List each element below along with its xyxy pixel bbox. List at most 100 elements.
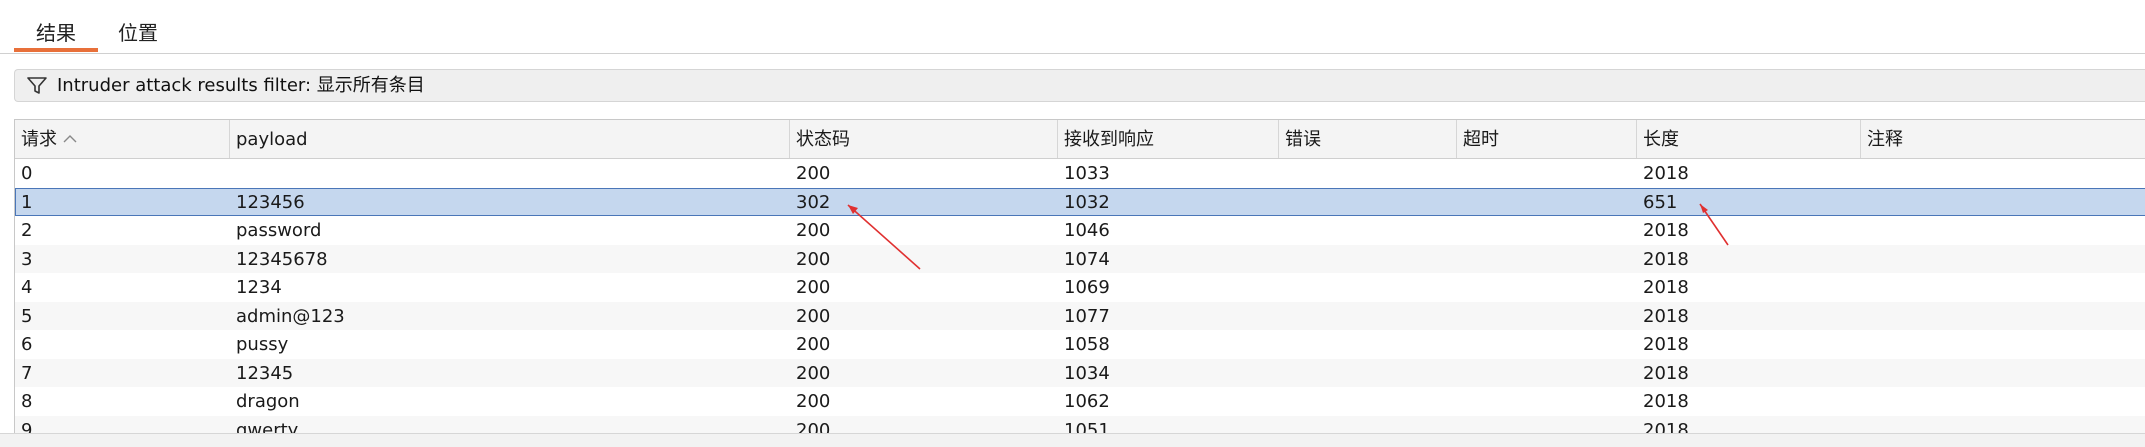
tab-results[interactable]: 结果 — [14, 0, 98, 52]
cell-status: 200 — [796, 220, 831, 241]
cell-timeout — [1457, 245, 1637, 273]
cell-request: 9 — [21, 419, 33, 434]
cell-length: 2018 — [1643, 305, 1689, 327]
cell-error — [1279, 216, 1457, 244]
column-header-error[interactable]: 错误 — [1279, 120, 1457, 158]
table-row[interactable]: 8 dragon 200 1062 2018 — [15, 387, 2145, 416]
cell-length: 2018 — [1643, 277, 1689, 298]
cell-payload: 12345678 — [236, 248, 328, 270]
cell-request: 4 — [21, 277, 33, 298]
cell-length: 2018 — [1643, 220, 1689, 241]
cell-length: 2018 — [1643, 419, 1689, 434]
cell-error — [1279, 159, 1457, 187]
column-header-status[interactable]: 状态码 — [790, 120, 1058, 158]
cell-request: 6 — [21, 334, 33, 355]
sort-ascending-icon — [63, 135, 77, 143]
cell-length: 2018 — [1643, 248, 1689, 270]
cell-length: 2018 — [1643, 163, 1689, 184]
cell-error — [1279, 359, 1457, 387]
cell-request: 5 — [21, 305, 33, 327]
cell-request: 7 — [21, 362, 33, 384]
cell-response-received: 1062 — [1064, 391, 1110, 412]
cell-timeout — [1457, 302, 1637, 330]
cell-payload: qwerty — [236, 419, 299, 434]
cell-error — [1279, 302, 1457, 330]
table-row[interactable]: 7 12345 200 1034 2018 — [15, 358, 2145, 387]
cell-response-received: 1077 — [1064, 305, 1110, 327]
cell-timeout — [1457, 387, 1637, 415]
cell-comment — [1861, 245, 2145, 273]
cell-payload: 1234 — [236, 277, 282, 298]
cell-timeout — [1457, 273, 1637, 301]
cell-comment — [1861, 216, 2145, 244]
cell-timeout — [1457, 330, 1637, 358]
filter-text: Intruder attack results filter: 显示所有条目 — [57, 75, 425, 96]
cell-status: 200 — [796, 248, 831, 270]
column-header-comment[interactable]: 注释 — [1861, 120, 2145, 158]
cell-response-received: 1033 — [1064, 163, 1110, 184]
column-header-response-received[interactable]: 接收到响应 — [1058, 120, 1279, 158]
cell-response-received: 1058 — [1064, 334, 1110, 355]
column-header-payload[interactable]: payload — [230, 120, 790, 158]
cell-status: 200 — [796, 163, 831, 184]
cell-error — [1279, 330, 1457, 358]
cell-length: 2018 — [1643, 391, 1689, 412]
cell-response-received: 1069 — [1064, 277, 1110, 298]
cell-payload: admin@123 — [236, 305, 345, 327]
cell-error — [1279, 387, 1457, 415]
cell-response-received: 1032 — [1064, 191, 1110, 213]
cell-request: 2 — [21, 220, 33, 241]
tab-positions[interactable]: 位置 — [106, 0, 170, 52]
cell-response-received: 1051 — [1064, 419, 1110, 434]
table-row[interactable]: 0 200 1033 2018 — [15, 159, 2145, 188]
table-row[interactable]: 6 pussy 200 1058 2018 — [15, 330, 2145, 359]
cell-comment — [1861, 273, 2145, 301]
filter-icon — [27, 77, 47, 94]
cell-payload: password — [236, 220, 322, 241]
table-header: 请求 payload 状态码 接收到响应 错误 超时 长度 注释 — [15, 120, 2145, 159]
cell-status: 200 — [796, 334, 831, 355]
column-header-timeout[interactable]: 超时 — [1457, 120, 1637, 158]
cell-response-received: 1046 — [1064, 220, 1110, 241]
cell-error — [1279, 273, 1457, 301]
cell-timeout — [1457, 216, 1637, 244]
cell-status: 200 — [796, 305, 831, 327]
cell-timeout — [1457, 359, 1637, 387]
cell-payload — [230, 159, 790, 187]
cell-timeout — [1457, 188, 1637, 216]
results-table: 请求 payload 状态码 接收到响应 错误 超时 长度 注释 0 200 103… — [14, 119, 2145, 433]
cell-response-received: 1074 — [1064, 248, 1110, 270]
cell-comment — [1861, 416, 2145, 434]
cell-request: 0 — [21, 163, 33, 184]
cell-status: 302 — [796, 191, 831, 213]
cell-error — [1279, 188, 1457, 216]
cell-status: 200 — [796, 362, 831, 384]
horizontal-scrollbar[interactable] — [0, 433, 2145, 447]
cell-length: 2018 — [1643, 334, 1689, 355]
cell-request: 3 — [21, 248, 33, 270]
intruder-results-window: 结果 位置 Intruder attack results filter: 显示… — [0, 0, 2145, 447]
table-row[interactable]: 3 12345678 200 1074 2018 — [15, 244, 2145, 273]
cell-error — [1279, 245, 1457, 273]
table-row[interactable]: 9 qwerty 200 1051 2018 — [15, 415, 2145, 434]
results-filter-bar[interactable]: Intruder attack results filter: 显示所有条目 — [14, 69, 2145, 102]
cell-status: 200 — [796, 277, 831, 298]
column-header-length[interactable]: 长度 — [1637, 120, 1861, 158]
cell-timeout — [1457, 159, 1637, 187]
table-row[interactable]: 1 123456 302 1032 651 — [15, 187, 2145, 216]
cell-length: 651 — [1643, 191, 1678, 213]
table-row[interactable]: 4 1234 200 1069 2018 — [15, 273, 2145, 302]
cell-request: 1 — [21, 191, 33, 213]
cell-status: 200 — [796, 391, 831, 412]
cell-length: 2018 — [1643, 362, 1689, 384]
column-header-request[interactable]: 请求 — [15, 120, 230, 158]
cell-status: 200 — [796, 419, 831, 434]
tab-bar: 结果 位置 — [0, 0, 2145, 54]
cell-payload: pussy — [236, 334, 289, 355]
cell-comment — [1861, 330, 2145, 358]
cell-request: 8 — [21, 391, 33, 412]
cell-comment — [1861, 387, 2145, 415]
table-row[interactable]: 2 password 200 1046 2018 — [15, 216, 2145, 245]
table-row[interactable]: 5 admin@123 200 1077 2018 — [15, 301, 2145, 330]
cell-timeout — [1457, 416, 1637, 434]
